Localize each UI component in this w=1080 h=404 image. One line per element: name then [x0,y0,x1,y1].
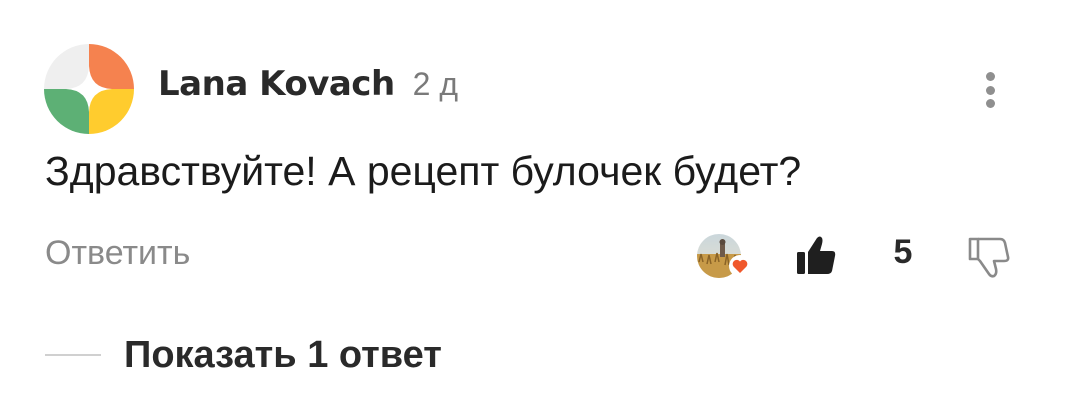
author-row: Lana Kovach 2 д [158,64,458,104]
more-dot [985,99,995,108]
show-replies-button[interactable]: Показать 1 ответ [124,334,442,377]
more-dot [985,85,995,95]
thumbs-down-icon[interactable] [966,235,1012,281]
author-name[interactable]: Lana Kovach [158,64,395,104]
reply-button[interactable]: Ответить [45,234,190,273]
reactor-avatar[interactable] [695,232,751,280]
author-avatar[interactable] [44,44,134,134]
more-dot [985,72,995,81]
comment-time: 2 д [412,66,459,102]
comment-card: Lana Kovach 2 д Здравствуйте! А рецепт б… [0,0,1080,404]
replies-divider [45,354,101,356]
comment-text: Здравствуйте! А рецепт булочек будет? [45,148,802,194]
more-options-icon[interactable] [968,66,1012,114]
thumbs-up-icon[interactable] [793,232,839,278]
like-count: 5 [893,233,913,271]
